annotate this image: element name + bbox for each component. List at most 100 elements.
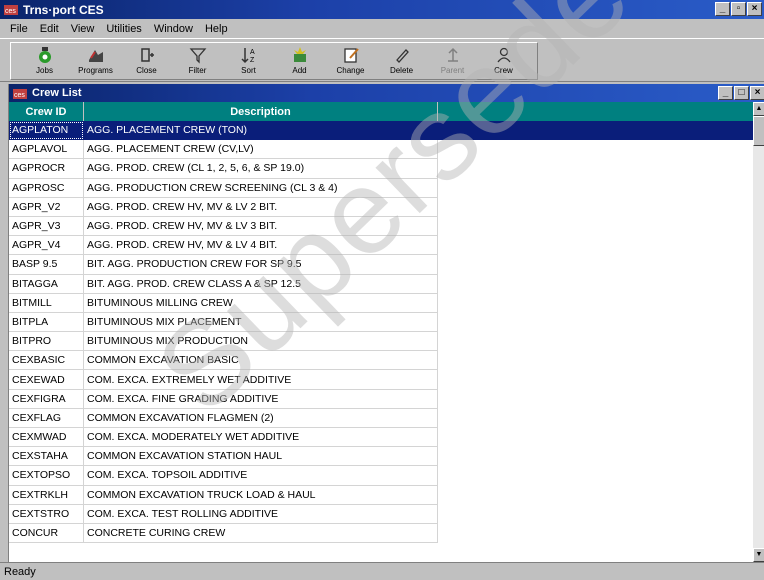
- empty-cell: [438, 370, 753, 389]
- child-minimize-button[interactable]: _: [718, 86, 733, 100]
- column-header-description[interactable]: Description: [84, 102, 438, 121]
- description-cell: COMMON EXCAVATION STATION HAUL: [84, 447, 438, 467]
- table-header: Crew ID Description: [9, 102, 753, 121]
- filter-button[interactable]: Filter: [172, 43, 223, 79]
- description-cell: AGG. PLACEMENT CREW (CV,LV): [84, 140, 438, 160]
- table-row[interactable]: CEXTSTRO COM. EXCA. TEST ROLLING ADDITIVE: [9, 504, 753, 524]
- minimize-button[interactable]: _: [715, 2, 730, 16]
- table-row[interactable]: AGPR_V3 AGG. PROD. CREW HV, MV & LV 3 BIT…: [9, 216, 753, 237]
- menu-help[interactable]: Help: [199, 23, 234, 35]
- crew-list-window: ces Crew List _ □ × Crew ID Description …: [8, 84, 764, 562]
- crew-id-cell: CEXTRKLH: [9, 485, 84, 505]
- description-cell: AGG. PLACEMENT CREW (TON): [84, 121, 438, 141]
- sort-label: Sort: [241, 66, 256, 75]
- change-button[interactable]: Change: [325, 43, 376, 79]
- description-cell: BIT. AGG. PROD. CREW CLASS A & SP 12.5: [84, 274, 438, 294]
- crew-id-cell: AGPR_V4: [9, 236, 84, 256]
- table-row[interactable]: CEXBASIC COMMON EXCAVATION BASIC: [9, 351, 753, 371]
- status-bar: Ready: [0, 562, 764, 580]
- menu-edit[interactable]: Edit: [34, 23, 65, 35]
- svg-text:ces: ces: [5, 8, 16, 15]
- table-row[interactable]: CEXTRKLH COMMON EXCAVATION TRUCK LOAD & H…: [9, 485, 753, 505]
- crew-button[interactable]: Crew: [478, 43, 529, 79]
- empty-cell: [438, 505, 753, 524]
- description-cell: AGG. PROD. CREW HV, MV & LV 4 BIT.: [84, 236, 438, 256]
- vertical-scrollbar[interactable]: ▲ ▼: [753, 102, 764, 562]
- crew-id-cell: AGPR_V3: [9, 216, 84, 237]
- crew-id-cell: AGPR_V2: [9, 197, 84, 217]
- menu-window[interactable]: Window: [148, 23, 199, 35]
- jobs-icon: [35, 45, 55, 65]
- child-maximize-button[interactable]: □: [734, 86, 749, 100]
- menu-file[interactable]: File: [4, 23, 34, 35]
- description-cell: COMMON EXCAVATION BASIC: [84, 351, 438, 371]
- table-row[interactable]: CONCUR CONCRETE CURING CREW: [9, 523, 753, 544]
- crew-label: Crew: [494, 66, 513, 75]
- sort-button[interactable]: AZ Sort: [223, 43, 274, 79]
- app-title: Trns·port CES: [23, 2, 104, 17]
- programs-button[interactable]: Programs: [70, 43, 121, 79]
- table-row[interactable]: CEXTOPSO COM. EXCA. TOPSOIL ADDITIVE: [9, 466, 753, 486]
- crew-list-window-icon: ces: [12, 87, 28, 100]
- empty-cell: [438, 198, 753, 217]
- table-row[interactable]: AGPLAVOL AGG. PLACEMENT CREW (CV,LV): [9, 140, 753, 160]
- description-cell: AGG. PROD. CREW HV, MV & LV 3 BIT.: [84, 216, 438, 237]
- crew-list-title-bar[interactable]: ces Crew List _ □ ×: [9, 84, 764, 102]
- description-cell: BITUMINOUS MIX PLACEMENT: [84, 312, 438, 333]
- empty-cell: [438, 159, 753, 178]
- restore-button[interactable]: ▫: [731, 2, 746, 16]
- table-row[interactable]: BITPRO BITUMINOUS MIX PRODUCTION: [9, 332, 753, 352]
- table-row[interactable]: AGPLATON AGG. PLACEMENT CREW (TON): [9, 121, 753, 141]
- empty-cell: [438, 486, 753, 505]
- menu-view[interactable]: View: [65, 23, 101, 35]
- empty-cell: [438, 236, 753, 255]
- description-cell: AGG. PROD. CREW (CL 1, 2, 5, 6, & SP 19.…: [84, 159, 438, 179]
- column-header-crew-id[interactable]: Crew ID: [9, 102, 84, 121]
- filter-label: Filter: [188, 66, 207, 75]
- status-text: Ready: [4, 565, 36, 578]
- table-body: AGPLATON AGG. PLACEMENT CREW (TON) AGPLAVO…: [9, 121, 753, 544]
- menu-utilities[interactable]: Utilities: [100, 23, 147, 35]
- add-label: Add: [292, 66, 307, 75]
- svg-text:Z: Z: [250, 57, 255, 64]
- close-window-button[interactable]: ×: [747, 2, 762, 16]
- app-title-bar[interactable]: ces Trns·port CES _ ▫ ×: [0, 0, 764, 19]
- empty-cell: [438, 447, 753, 466]
- table-row[interactable]: CEXEWAD COM. EXCA. EXTREMELY WET ADDITIVE: [9, 370, 753, 390]
- change-label: Change: [336, 66, 365, 75]
- filter-icon: [188, 45, 208, 65]
- crew-id-cell: CEXBASIC: [9, 351, 84, 371]
- table-row[interactable]: CEXFIGRA COM. EXCA. FINE GRADING ADDITIVE: [9, 389, 753, 409]
- crew-id-cell: CEXTOPSO: [9, 466, 84, 486]
- child-close-button[interactable]: ×: [750, 86, 764, 100]
- scroll-up-icon[interactable]: ▲: [753, 102, 764, 116]
- close-icon: [137, 45, 157, 65]
- jobs-button[interactable]: Jobs: [19, 43, 70, 79]
- empty-cell: [438, 466, 753, 485]
- add-button[interactable]: Add: [274, 43, 325, 79]
- description-cell: COM. EXCA. TOPSOIL ADDITIVE: [84, 466, 438, 486]
- crew-id-cell: BITMILL: [9, 293, 84, 313]
- parent-button[interactable]: Parent: [427, 43, 478, 79]
- close-button[interactable]: Close: [121, 43, 172, 79]
- column-header-empty: [438, 102, 753, 121]
- table-row[interactable]: CEXMWAD COM. EXCA. MODERATELY WET ADDITIV…: [9, 428, 753, 448]
- table-row[interactable]: AGPR_V4 AGG. PROD. CREW HV, MV & LV 4 BIT…: [9, 236, 753, 256]
- crew-id-cell: BASP 9.5: [9, 255, 84, 275]
- programs-label: Programs: [78, 66, 113, 75]
- table-row[interactable]: BITMILL BITUMINOUS MILLING CREW: [9, 293, 753, 313]
- table-row[interactable]: AGPROSC AGG. PRODUCTION CREW SCREENING (C…: [9, 178, 753, 198]
- table-row[interactable]: CEXFLAG COMMON EXCAVATION FLAGMEN (2): [9, 408, 753, 428]
- toolbar: Jobs Programs Close Filter AZ Sort Add C…: [0, 38, 764, 82]
- table-row[interactable]: BASP 9.5 BIT. AGG. PRODUCTION CREW FOR SP…: [9, 255, 753, 275]
- delete-button[interactable]: Delete: [376, 43, 427, 79]
- table-row[interactable]: BITPLA BITUMINOUS MIX PLACEMENT: [9, 312, 753, 333]
- table-row[interactable]: BITAGGA BIT. AGG. PROD. CREW CLASS A & SP…: [9, 274, 753, 294]
- table-row[interactable]: AGPROCR AGG. PROD. CREW (CL 1, 2, 5, 6, &…: [9, 159, 753, 179]
- crew-table: Crew ID Description AGPLATON AGG. PLACEME…: [9, 102, 753, 562]
- table-row[interactable]: CEXSTAHA COMMON EXCAVATION STATION HAUL: [9, 447, 753, 467]
- scroll-thumb[interactable]: [753, 116, 764, 146]
- crew-id-cell: AGPROCR: [9, 159, 84, 179]
- table-row[interactable]: AGPR_V2 AGG. PROD. CREW HV, MV & LV 2 BIT…: [9, 197, 753, 217]
- scroll-down-icon[interactable]: ▼: [753, 548, 764, 562]
